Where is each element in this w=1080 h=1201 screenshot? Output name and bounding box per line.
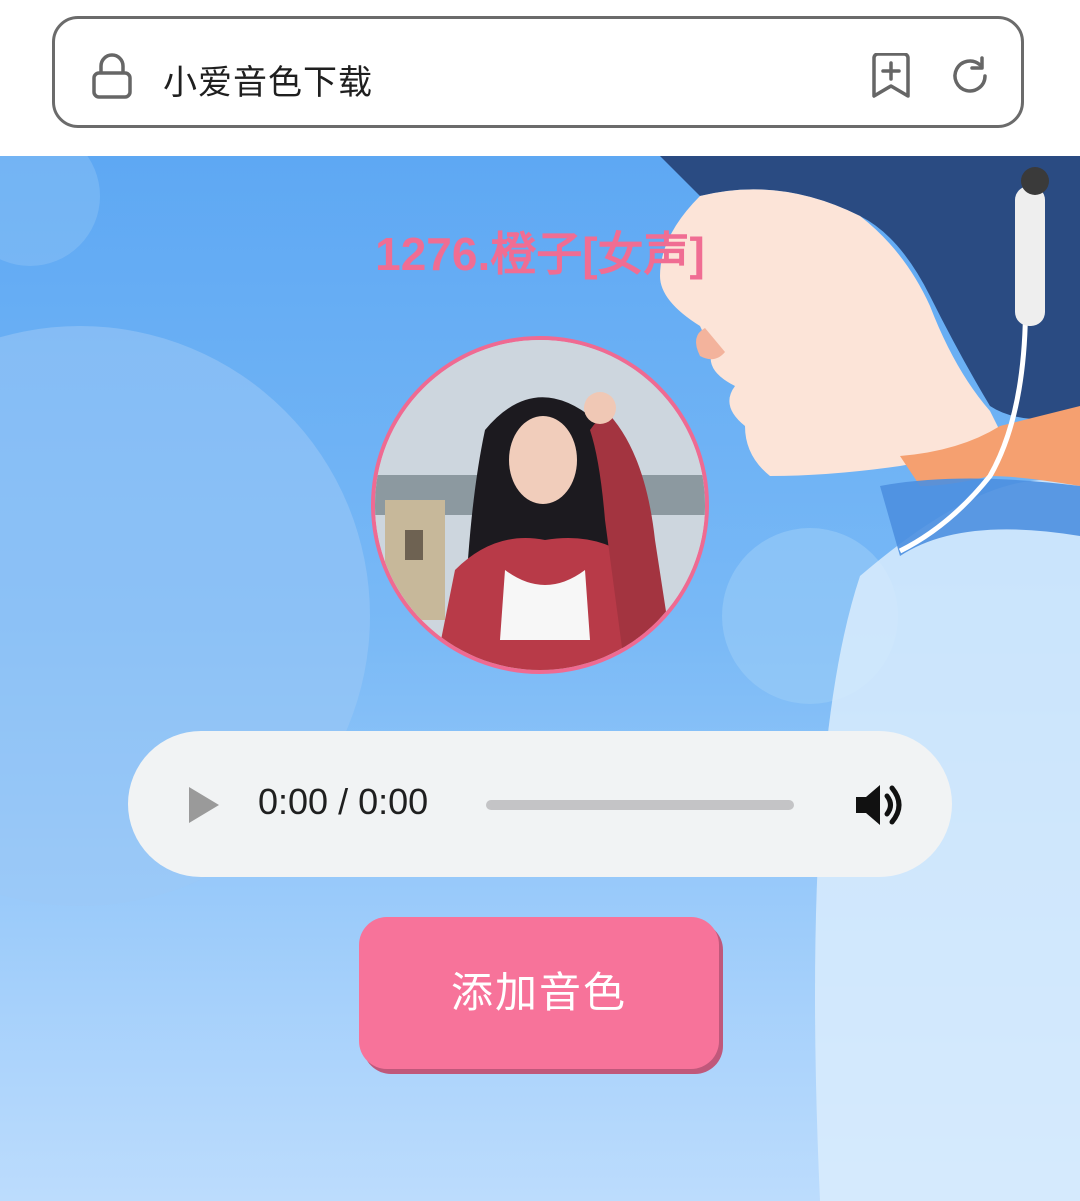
page: 小爱音色下载 1276.橙子[女声] 0:00 / 0:00 添加音色: [0, 0, 1080, 1201]
voice-page: 1276.橙子[女声] 0:00 / 0:00 添加音色: [0, 156, 1080, 1201]
volume-icon[interactable]: [854, 781, 910, 829]
avatar-photo: [375, 340, 705, 670]
audio-player: 0:00 / 0:00: [128, 731, 952, 877]
voice-avatar: [371, 336, 709, 674]
url-text[interactable]: 小爱音色下载: [163, 55, 373, 104]
time-display: 0:00 / 0:00: [258, 781, 429, 822]
reload-icon[interactable]: [947, 53, 993, 99]
voice-title: 1276.橙子[女声]: [375, 228, 705, 280]
browser-toolbar: 小爱音色下载: [0, 0, 1080, 156]
play-icon[interactable]: [186, 785, 222, 825]
add-voice-button[interactable]: 添加音色: [359, 917, 719, 1069]
address-bar[interactable]: 小爱音色下载: [52, 16, 1024, 128]
lock-icon: [92, 53, 132, 99]
seek-bar[interactable]: [486, 800, 794, 810]
add-bookmark-icon[interactable]: [869, 53, 913, 99]
